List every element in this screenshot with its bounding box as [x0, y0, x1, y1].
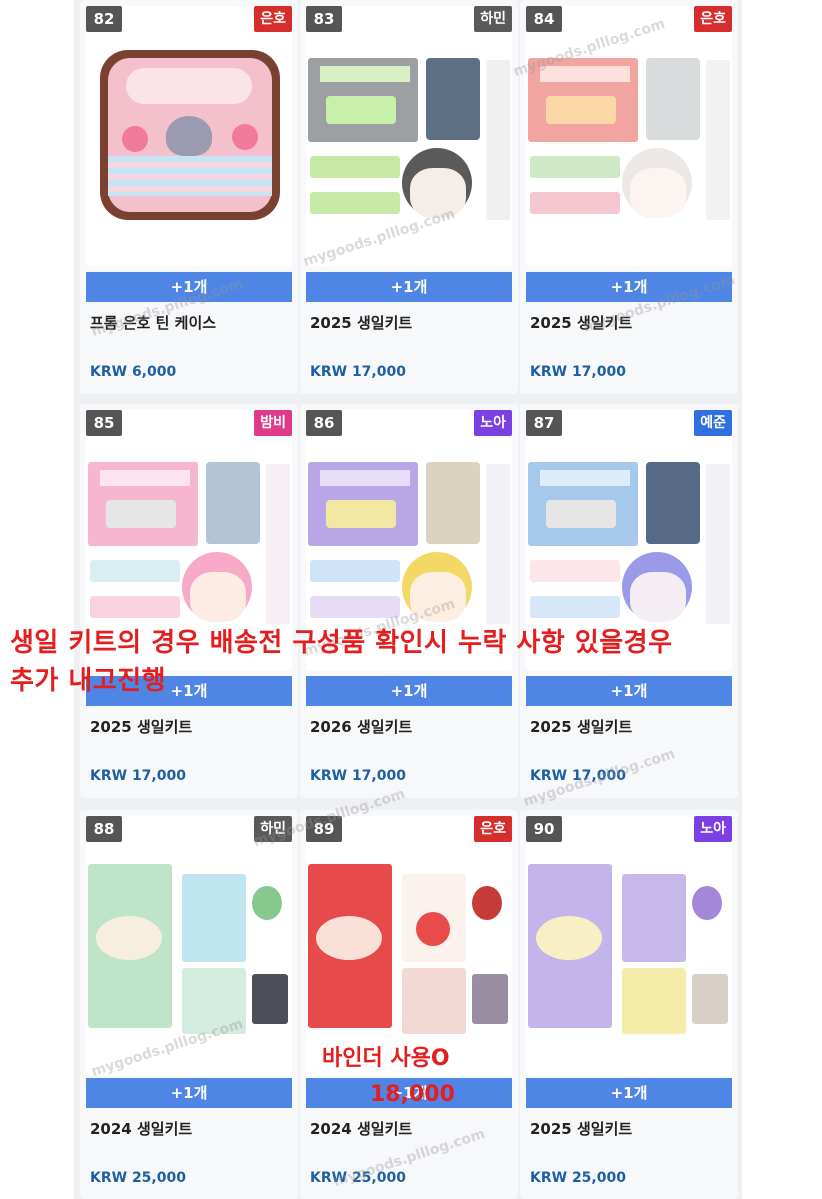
product-card[interactable]: 86 노아 +1개 2026 생일키트 KRW 17,000: [300, 404, 518, 798]
kit-note-line2: 추가 내고진행: [10, 666, 167, 696]
binder-price-note: 18,000: [370, 1082, 455, 1107]
add-one-button[interactable]: +1개: [306, 272, 512, 302]
product-price: KRW 17,000: [90, 768, 186, 784]
member-tag: 은호: [694, 6, 732, 32]
product-price: KRW 6,000: [90, 364, 177, 380]
member-tag: 은호: [474, 816, 512, 842]
add-one-button[interactable]: +1개: [306, 676, 512, 706]
product-name: 2026 생일키트: [310, 718, 413, 736]
product-image[interactable]: [526, 6, 732, 266]
product-number: 83: [306, 6, 342, 32]
product-name: 2025 생일키트: [90, 718, 193, 736]
product-image[interactable]: [526, 816, 732, 1076]
product-number: 86: [306, 410, 342, 436]
product-price: KRW 25,000: [530, 1170, 626, 1186]
product-price: KRW 17,000: [530, 364, 626, 380]
product-card[interactable]: 90 노아 +1개 2025 생일키트 KRW 25,000: [520, 810, 738, 1199]
member-tag: 하민: [474, 6, 512, 32]
product-number: 82: [86, 6, 122, 32]
product-number: 88: [86, 816, 122, 842]
member-tag: 예준: [694, 410, 732, 436]
product-card[interactable]: 83 하민 +1개 2025 생일키트 KRW 17,000: [300, 0, 518, 394]
product-number: 85: [86, 410, 122, 436]
product-card[interactable]: 82 은호 +1개 프롬 은호 틴 케이스 KRW 6,000: [80, 0, 298, 394]
product-name: 2024 생일키트: [310, 1120, 413, 1138]
add-one-button[interactable]: +1개: [86, 1078, 292, 1108]
product-number: 84: [526, 6, 562, 32]
product-card[interactable]: 88 하민 +1개 2024 생일키트 KRW 25,000: [80, 810, 298, 1199]
product-image[interactable]: [86, 6, 292, 266]
member-tag: 노아: [474, 410, 512, 436]
product-card[interactable]: 87 예준 +1개 2025 생일키트 KRW 17,000: [520, 404, 738, 798]
product-number: 90: [526, 816, 562, 842]
product-price: KRW 25,000: [90, 1170, 186, 1186]
product-price: KRW 17,000: [310, 768, 406, 784]
member-tag: 노아: [694, 816, 732, 842]
product-card[interactable]: 85 밤비 +1개 2025 생일키트 KRW 17,000: [80, 404, 298, 798]
member-tag: 밤비: [254, 410, 292, 436]
product-name: 2025 생일키트: [310, 314, 413, 332]
add-one-button[interactable]: +1개: [526, 676, 732, 706]
binder-note: 바인더 사용O: [322, 1046, 450, 1071]
add-one-button[interactable]: +1개: [526, 1078, 732, 1108]
product-image[interactable]: [306, 816, 512, 1076]
product-name: 2025 생일키트: [530, 718, 633, 736]
product-name: 2024 생일키트: [90, 1120, 193, 1138]
kit-note-line1: 생일 키트의 경우 배송전 구성품 확인시 누락 사항 있을경우: [10, 628, 673, 658]
product-number: 87: [526, 410, 562, 436]
product-name: 2025 생일키트: [530, 1120, 633, 1138]
member-tag: 은호: [254, 6, 292, 32]
product-price: KRW 17,000: [310, 364, 406, 380]
